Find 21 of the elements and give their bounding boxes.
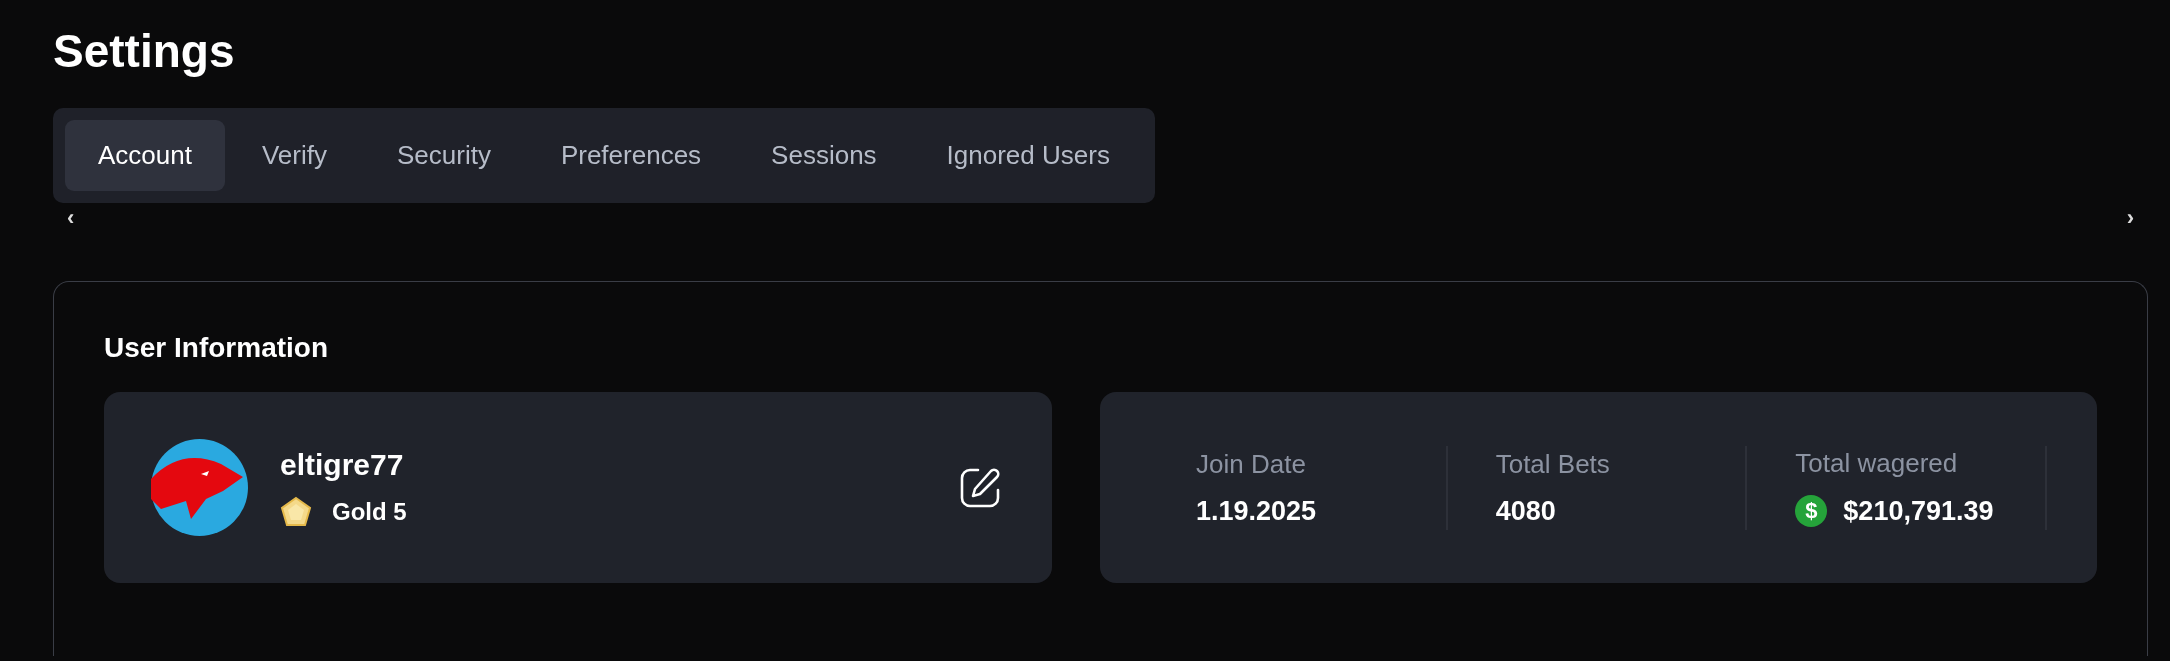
avatar-icon — [151, 439, 248, 536]
stat-label: Join Date — [1196, 448, 1307, 480]
page-title: Settings — [53, 24, 236, 78]
stat-value: 1.19.2025 — [1196, 495, 1318, 527]
tab[interactable]: Verify — [228, 120, 360, 191]
stat-value: $210,791.39 — [1843, 495, 1994, 527]
stat-label: Total Bets — [1495, 448, 1611, 480]
scroll-left-arrow[interactable]: ‹ — [67, 207, 75, 233]
tab[interactable]: Sessions — [738, 120, 910, 191]
tab[interactable]: Account — [65, 120, 225, 191]
pentagon-rank-icon — [280, 495, 312, 528]
stat-value: 4080 — [1495, 495, 1557, 527]
tab[interactable]: Preferences — [527, 120, 735, 191]
rank-label: Gold 5 — [332, 497, 407, 526]
username: eltigre77 — [280, 447, 405, 482]
dollar-coin-icon: $ — [1795, 495, 1828, 527]
tab[interactable]: Security — [364, 120, 524, 191]
section-heading: User Information — [104, 332, 330, 364]
stat-label: Total wagered — [1795, 448, 1959, 479]
tab[interactable]: Ignored Users — [913, 120, 1143, 191]
scroll-right-arrow[interactable]: › — [2126, 207, 2134, 233]
